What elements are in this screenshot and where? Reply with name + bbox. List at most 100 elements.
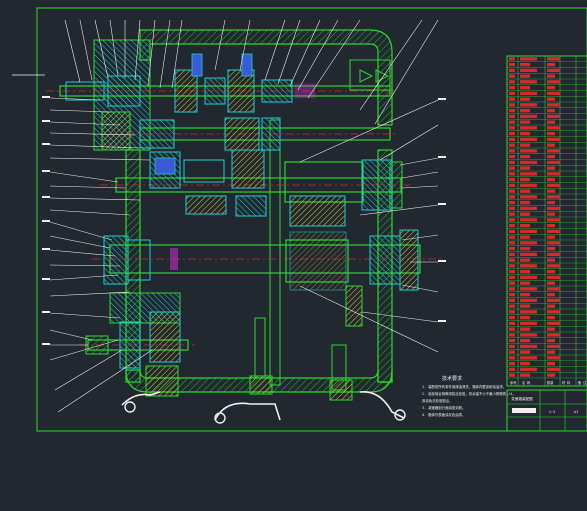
table-row-text [520,195,537,199]
table-row-text [520,344,537,349]
table-row-index [509,103,515,107]
title-block: 变速箱装配图 1:2 A1 [506,389,587,432]
table-row-index [509,137,515,142]
table-row-text [547,149,560,153]
table-row-text [547,143,555,147]
table-row-text [547,367,560,372]
table-row-text [520,189,530,193]
table-row-text [520,264,537,268]
table-row-index [509,218,515,222]
table-row-index [509,361,515,366]
table-row-text [547,287,560,291]
table-row-text [547,252,560,257]
table-row-text [547,189,555,193]
table-row-text [520,298,537,303]
table-row-index [509,321,515,326]
table-row-text [547,218,560,222]
table-row-index [509,97,515,101]
table-row-text [547,85,555,90]
table-row-index [509,57,515,61]
tech-notes-title: 技术要求 [442,375,462,382]
table-row-text [547,103,560,107]
table-row-text [547,356,560,360]
table-row-index [509,275,515,280]
table-row-text [520,292,530,297]
table-row-index [509,91,515,96]
table-row-index [509,166,515,170]
table-row-text [547,223,555,228]
table-header-name: 名 称 [522,380,531,385]
table-row-text [547,183,560,188]
table-row-text [547,338,555,343]
intermediate-shaft-1 [110,117,395,151]
table-header-material: 材 料 [562,380,571,385]
table-row-text [520,166,530,170]
table-row-text [547,126,560,130]
table-row-text [520,356,537,360]
table-row-index [509,160,515,165]
table-row-text [520,80,537,84]
table-row-text [520,74,530,78]
table-row-text [520,338,530,343]
table-row-text [520,97,530,101]
table-row-index [509,246,515,251]
table-row-text [547,74,555,78]
table-row-text [547,275,560,280]
table-row-index [509,327,515,331]
table-row-index [509,292,515,297]
table-row-text [520,114,537,119]
table-row-index [509,80,515,84]
table-row-text [520,315,530,320]
table-row-text [520,304,530,308]
tech-note-line-4: 3. 减速器剖分面涂密封胶。 [422,405,465,410]
table-row-text [520,120,530,124]
table-row-text [547,120,555,124]
table-row-text [547,241,560,245]
table-row-text [520,252,537,257]
table-row-text [547,281,555,285]
tech-note-line-5: 4. 箱体外表面涂灰色油漆。 [422,412,465,417]
table-row-text [547,91,560,96]
table-row-index [509,154,515,159]
table-row-index [509,252,515,257]
table-row-index [509,350,515,354]
table-row-text [547,97,555,101]
table-row-index [509,338,515,343]
table-row-index [509,189,515,193]
table-row-text [520,200,530,205]
table-row-text [547,235,555,239]
table-row-text [520,235,530,239]
table-row-text [547,229,560,234]
table-row-text [547,361,555,366]
table-row-index [509,315,515,320]
table-row-text [547,166,555,170]
table-row-text [520,223,530,228]
table-row-index [509,108,515,113]
table-row-text [520,350,530,354]
table-row-text [520,258,530,262]
table-row-text [520,57,537,61]
table-row-index [509,264,515,268]
table-row-index [509,74,515,78]
table-row-text [547,344,560,349]
table-row-index [509,131,515,136]
table-row-text [520,333,537,337]
table-row-index [509,235,515,239]
table-row-text [520,373,530,377]
table-row-text [547,264,560,268]
table-row-text [547,327,555,331]
table-row-text [520,218,537,222]
cad-drawing-canvas[interactable]: 技术要求 1. 装配前所有零件用煤油清洗，箱体内壁涂耐油油漆。 2. 齿轮啮合侧… [0,0,587,507]
table-row-text [547,195,560,199]
table-row-text [547,212,555,216]
table-row-text [520,246,530,251]
table-row-index [509,177,515,182]
table-row-index [509,68,515,73]
table-row-text [547,373,555,377]
table-row-index [509,373,515,377]
tech-note-line-1: 1. 装配前所有零件用煤油清洗，箱体内壁涂耐油油漆。 [422,384,506,389]
table-row-text [520,103,537,107]
table-row-text [547,200,555,205]
table-row-text [520,172,537,176]
parts-list-header: 序号 名 称 数量 材 料 备 注 [510,380,587,385]
